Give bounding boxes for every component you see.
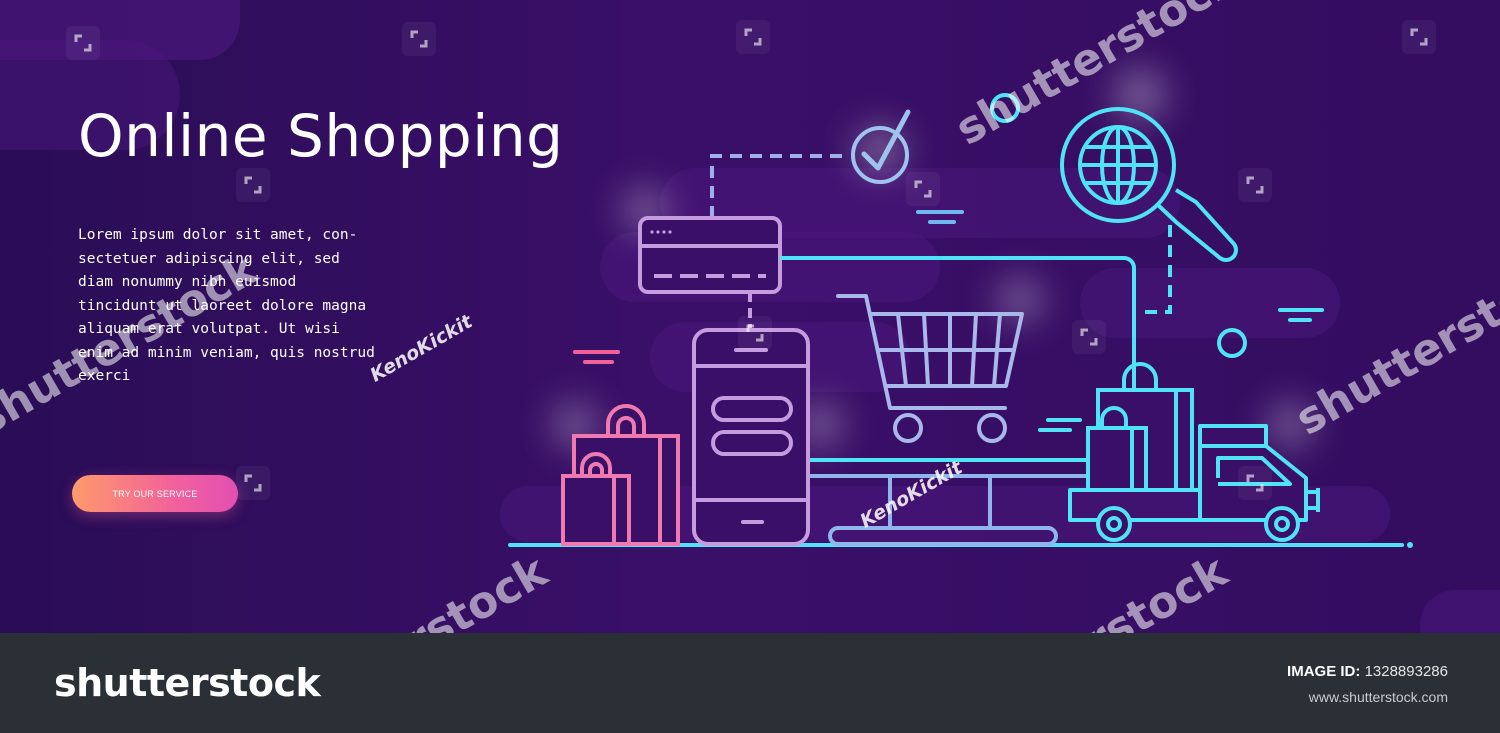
page-title: Online Shopping (78, 102, 564, 170)
watermark-logo-icon (236, 168, 270, 202)
image-id: IMAGE ID: 1328893286 (1287, 663, 1448, 680)
image-id-label: IMAGE ID: (1287, 663, 1361, 680)
watermark-logo-icon (236, 466, 270, 500)
hero-banner: shutterstock shutterstock shutterstock s… (0, 0, 1500, 633)
credit-card-icon (638, 216, 782, 294)
shopping-cart-icon (836, 294, 1024, 443)
monitor-icon (780, 256, 1136, 546)
smartphone-icon (692, 328, 810, 546)
dashed-connector (1140, 225, 1172, 314)
watermark-logo-icon (66, 26, 100, 60)
watermark-logo-icon (1072, 320, 1106, 354)
watermark-logo-icon (736, 20, 770, 54)
footer-bar: shutterstock IMAGE ID: 1328893286 www.sh… (0, 633, 1500, 733)
watermark-logo-icon (1402, 20, 1436, 54)
footer-logo[interactable]: shutterstock (54, 661, 321, 705)
globe-search-icon (1060, 107, 1238, 262)
image-id-value: 1328893286 (1364, 663, 1448, 680)
decor-circle (1217, 328, 1247, 358)
website-link[interactable]: www.shutterstock.com (1309, 689, 1448, 705)
try-our-service-button[interactable]: TRY OUR SERVICE (72, 475, 238, 512)
watermark-logo-icon (402, 22, 436, 56)
watermark-logo-icon (738, 316, 772, 350)
hero-description: Lorem ipsum dolor sit amet, con-sectetue… (78, 227, 375, 384)
watermark-logo-icon (1238, 466, 1272, 500)
watermark-logo-icon (1238, 168, 1272, 202)
shopping-bag-icon (1086, 362, 1194, 492)
dashed-connector (710, 154, 850, 218)
watermark-logo-icon (906, 172, 940, 206)
